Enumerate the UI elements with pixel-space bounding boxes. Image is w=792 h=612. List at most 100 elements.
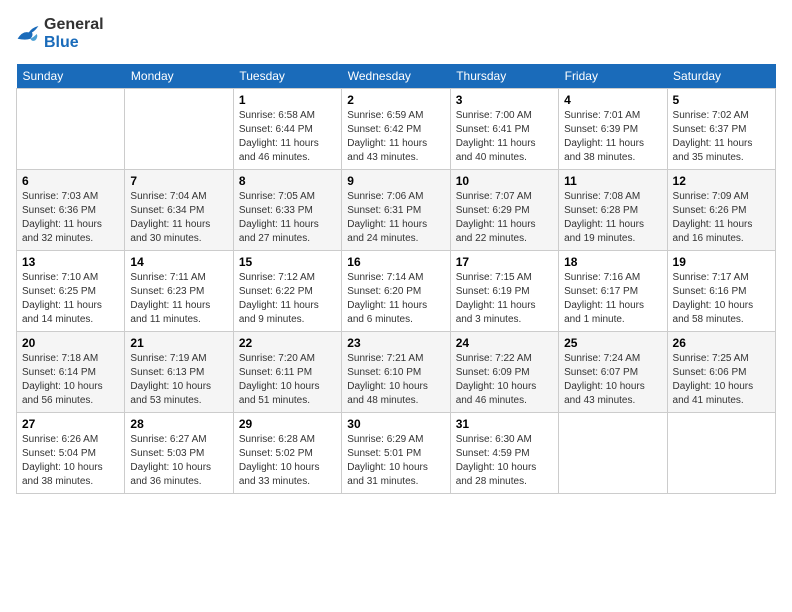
day-number: 25 xyxy=(564,336,661,350)
day-info: Sunrise: 7:12 AMSunset: 6:22 PMDaylight:… xyxy=(239,271,336,327)
calendar-day-cell: 16 Sunrise: 7:14 AMSunset: 6:20 PMDayligh… xyxy=(342,251,450,332)
day-number: 19 xyxy=(673,255,770,269)
calendar-day-cell: 12 Sunrise: 7:09 AMSunset: 6:26 PMDayligh… xyxy=(667,170,775,251)
calendar-day-cell: 28 Sunrise: 6:27 AMSunset: 5:03 PMDayligh… xyxy=(125,413,233,494)
calendar-day-cell: 30Sunrise: 6:29 AMSunset: 5:01 PMDayligh… xyxy=(342,413,450,494)
day-info: Sunrise: 7:19 AMSunset: 6:13 PMDaylight:… xyxy=(130,352,227,408)
weekday-header-row: SundayMondayTuesdayWednesdayThursdayFrid… xyxy=(17,64,776,89)
day-number: 22 xyxy=(239,336,336,350)
weekday-header-cell: Friday xyxy=(559,64,667,89)
calendar-day-cell: 20Sunrise: 7:18 AMSunset: 6:14 PMDayligh… xyxy=(17,332,125,413)
calendar-week-row: 27Sunrise: 6:26 AMSunset: 5:04 PMDayligh… xyxy=(17,413,776,494)
day-info: Sunrise: 7:06 AMSunset: 6:31 PMDaylight:… xyxy=(347,190,444,246)
calendar-day-cell xyxy=(17,89,125,170)
day-info: Sunrise: 7:02 AMSunset: 6:37 PMDaylight:… xyxy=(673,109,770,165)
calendar-day-cell: 1 Sunrise: 6:58 AMSunset: 6:44 PMDaylight… xyxy=(233,89,341,170)
day-info: Sunrise: 7:24 AMSunset: 6:07 PMDaylight:… xyxy=(564,352,661,408)
weekday-header-cell: Wednesday xyxy=(342,64,450,89)
calendar-body: 1 Sunrise: 6:58 AMSunset: 6:44 PMDaylight… xyxy=(17,89,776,494)
day-info: Sunrise: 7:11 AMSunset: 6:23 PMDaylight:… xyxy=(130,271,227,327)
day-info: Sunrise: 6:59 AMSunset: 6:42 PMDaylight:… xyxy=(347,109,444,165)
calendar-day-cell: 3 Sunrise: 7:00 AMSunset: 6:41 PMDaylight… xyxy=(450,89,558,170)
calendar-day-cell: 29 Sunrise: 6:28 AMSunset: 5:02 PMDayligh… xyxy=(233,413,341,494)
day-number: 29 xyxy=(239,417,336,431)
day-info: Sunrise: 7:21 AMSunset: 6:10 PMDaylight:… xyxy=(347,352,444,408)
calendar-day-cell: 14 Sunrise: 7:11 AMSunset: 6:23 PMDayligh… xyxy=(125,251,233,332)
weekday-header-cell: Thursday xyxy=(450,64,558,89)
day-number: 7 xyxy=(130,174,227,188)
day-number: 11 xyxy=(564,174,661,188)
calendar-day-cell: 9 Sunrise: 7:06 AMSunset: 6:31 PMDaylight… xyxy=(342,170,450,251)
calendar-day-cell xyxy=(667,413,775,494)
calendar-day-cell: 6 Sunrise: 7:03 AMSunset: 6:36 PMDaylight… xyxy=(17,170,125,251)
day-info: Sunrise: 7:25 AMSunset: 6:06 PMDaylight:… xyxy=(673,352,770,408)
day-number: 30 xyxy=(347,417,444,431)
calendar-day-cell: 4 Sunrise: 7:01 AMSunset: 6:39 PMDaylight… xyxy=(559,89,667,170)
day-info: Sunrise: 6:26 AMSunset: 5:04 PMDaylight:… xyxy=(22,433,119,489)
day-number: 6 xyxy=(22,174,119,188)
day-info: Sunrise: 6:30 AMSunset: 4:59 PMDaylight:… xyxy=(456,433,553,489)
day-number: 5 xyxy=(673,93,770,107)
day-info: Sunrise: 7:15 AMSunset: 6:19 PMDaylight:… xyxy=(456,271,553,327)
day-number: 28 xyxy=(130,417,227,431)
day-number: 20 xyxy=(22,336,119,350)
calendar-day-cell: 24Sunrise: 7:22 AMSunset: 6:09 PMDayligh… xyxy=(450,332,558,413)
day-number: 16 xyxy=(347,255,444,269)
calendar-day-cell: 5 Sunrise: 7:02 AMSunset: 6:37 PMDaylight… xyxy=(667,89,775,170)
day-info: Sunrise: 6:27 AMSunset: 5:03 PMDaylight:… xyxy=(130,433,227,489)
calendar-day-cell xyxy=(125,89,233,170)
day-info: Sunrise: 7:10 AMSunset: 6:25 PMDaylight:… xyxy=(22,271,119,327)
day-number: 8 xyxy=(239,174,336,188)
weekday-header-cell: Saturday xyxy=(667,64,775,89)
page-header: General Blue xyxy=(16,16,776,52)
calendar-day-cell: 25 Sunrise: 7:24 AMSunset: 6:07 PMDayligh… xyxy=(559,332,667,413)
calendar-day-cell: 18 Sunrise: 7:16 AMSunset: 6:17 PMDayligh… xyxy=(559,251,667,332)
calendar-day-cell: 7 Sunrise: 7:04 AMSunset: 6:34 PMDaylight… xyxy=(125,170,233,251)
day-number: 31 xyxy=(456,417,553,431)
calendar-day-cell: 10 Sunrise: 7:07 AMSunset: 6:29 PMDayligh… xyxy=(450,170,558,251)
day-number: 4 xyxy=(564,93,661,107)
calendar-week-row: 1 Sunrise: 6:58 AMSunset: 6:44 PMDaylight… xyxy=(17,89,776,170)
weekday-header-cell: Monday xyxy=(125,64,233,89)
day-number: 9 xyxy=(347,174,444,188)
day-info: Sunrise: 7:20 AMSunset: 6:11 PMDaylight:… xyxy=(239,352,336,408)
day-info: Sunrise: 7:14 AMSunset: 6:20 PMDaylight:… xyxy=(347,271,444,327)
day-info: Sunrise: 6:28 AMSunset: 5:02 PMDaylight:… xyxy=(239,433,336,489)
day-number: 26 xyxy=(673,336,770,350)
calendar-day-cell: 27Sunrise: 6:26 AMSunset: 5:04 PMDayligh… xyxy=(17,413,125,494)
day-number: 10 xyxy=(456,174,553,188)
calendar-day-cell: 22 Sunrise: 7:20 AMSunset: 6:11 PMDayligh… xyxy=(233,332,341,413)
day-number: 15 xyxy=(239,255,336,269)
calendar-day-cell: 21Sunrise: 7:19 AMSunset: 6:13 PMDayligh… xyxy=(125,332,233,413)
day-number: 24 xyxy=(456,336,553,350)
calendar-day-cell: 31 Sunrise: 6:30 AMSunset: 4:59 PMDayligh… xyxy=(450,413,558,494)
calendar-day-cell: 19 Sunrise: 7:17 AMSunset: 6:16 PMDayligh… xyxy=(667,251,775,332)
day-number: 13 xyxy=(22,255,119,269)
day-number: 1 xyxy=(239,93,336,107)
day-info: Sunrise: 7:17 AMSunset: 6:16 PMDaylight:… xyxy=(673,271,770,327)
day-info: Sunrise: 7:16 AMSunset: 6:17 PMDaylight:… xyxy=(564,271,661,327)
day-info: Sunrise: 7:08 AMSunset: 6:28 PMDaylight:… xyxy=(564,190,661,246)
day-info: Sunrise: 7:05 AMSunset: 6:33 PMDaylight:… xyxy=(239,190,336,246)
day-info: Sunrise: 7:03 AMSunset: 6:36 PMDaylight:… xyxy=(22,190,119,246)
day-info: Sunrise: 7:09 AMSunset: 6:26 PMDaylight:… xyxy=(673,190,770,246)
day-number: 3 xyxy=(456,93,553,107)
calendar-day-cell: 11 Sunrise: 7:08 AMSunset: 6:28 PMDayligh… xyxy=(559,170,667,251)
day-number: 14 xyxy=(130,255,227,269)
day-info: Sunrise: 6:58 AMSunset: 6:44 PMDaylight:… xyxy=(239,109,336,165)
day-info: Sunrise: 7:04 AMSunset: 6:34 PMDaylight:… xyxy=(130,190,227,246)
day-info: Sunrise: 7:00 AMSunset: 6:41 PMDaylight:… xyxy=(456,109,553,165)
calendar-day-cell: 26 Sunrise: 7:25 AMSunset: 6:06 PMDayligh… xyxy=(667,332,775,413)
day-number: 12 xyxy=(673,174,770,188)
calendar-week-row: 13 Sunrise: 7:10 AMSunset: 6:25 PMDayligh… xyxy=(17,251,776,332)
calendar-day-cell: 23Sunrise: 7:21 AMSunset: 6:10 PMDayligh… xyxy=(342,332,450,413)
day-info: Sunrise: 7:01 AMSunset: 6:39 PMDaylight:… xyxy=(564,109,661,165)
calendar-day-cell: 17Sunrise: 7:15 AMSunset: 6:19 PMDayligh… xyxy=(450,251,558,332)
calendar-day-cell: 13 Sunrise: 7:10 AMSunset: 6:25 PMDayligh… xyxy=(17,251,125,332)
day-number: 2 xyxy=(347,93,444,107)
day-number: 18 xyxy=(564,255,661,269)
day-info: Sunrise: 7:07 AMSunset: 6:29 PMDaylight:… xyxy=(456,190,553,246)
logo: General Blue xyxy=(16,16,104,52)
calendar-week-row: 6 Sunrise: 7:03 AMSunset: 6:36 PMDaylight… xyxy=(17,170,776,251)
logo-blue-text: Blue xyxy=(44,34,79,51)
